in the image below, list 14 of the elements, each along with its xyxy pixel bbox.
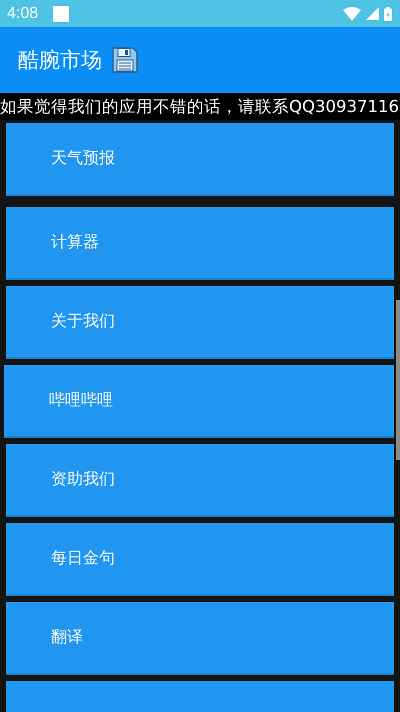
menu-item[interactable]: 资助我们 — [6, 444, 394, 517]
menu-item[interactable]: 翻译 — [6, 602, 394, 675]
notification-icon — [53, 6, 70, 22]
menu-item[interactable]: 计算器 — [6, 207, 394, 280]
signal-icon — [366, 7, 379, 20]
wifi-icon — [343, 6, 361, 20]
status-time: 4:08 — [7, 4, 38, 22]
battery-icon — [384, 6, 392, 20]
menu-item[interactable]: 哔哩哔哩 — [4, 365, 394, 438]
app-title: 酷腕市场 — [18, 47, 102, 74]
menu-item[interactable]: 关于我们 — [6, 286, 394, 359]
marquee-text: 如果觉得我们的应用不错的话，请联系QQ30937116 — [0, 96, 399, 118]
menu-item[interactable]: 天气预报 — [6, 123, 394, 196]
menu-item[interactable]: 每日金句 — [6, 523, 394, 596]
